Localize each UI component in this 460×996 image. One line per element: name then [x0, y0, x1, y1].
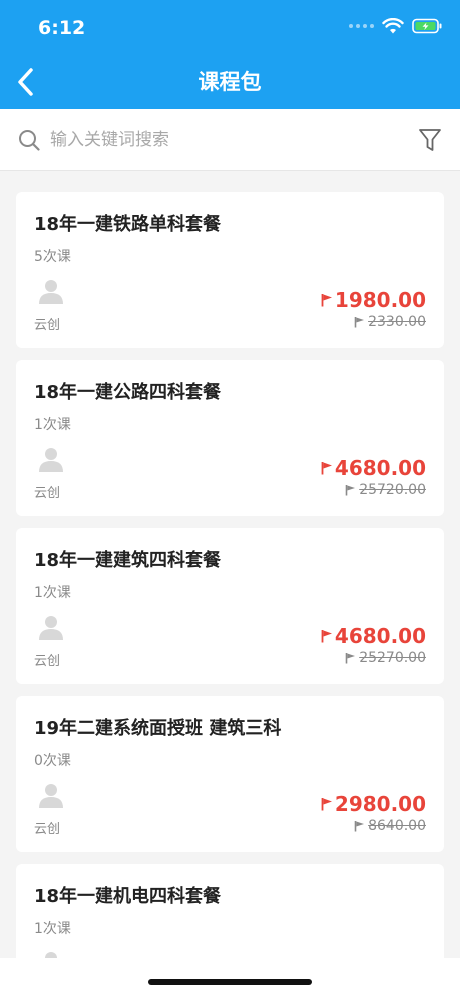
wifi-icon [382, 18, 404, 34]
course-card[interactable]: 19年二建系统面授班 建筑三科 0次课 云创 2980.00 8640.00 [16, 696, 444, 852]
course-card[interactable]: 18年一建铁路单科套餐 5次课 云创 1980.00 2330.00 [16, 192, 444, 348]
course-lesson-count: 0次课 [34, 753, 71, 769]
course-author: 云创 [34, 654, 61, 669]
course-author: 云创 [34, 318, 61, 333]
flag-icon [321, 294, 332, 307]
price-original: 8640.00 [354, 818, 426, 834]
price-original: 25270.00 [345, 650, 426, 666]
filter-icon[interactable] [418, 127, 442, 153]
bottom-safe-area [0, 958, 460, 996]
course-price: 2980.00 [334, 792, 426, 816]
course-title: 18年一建公路四科套餐 [34, 382, 222, 403]
signal-icon [349, 24, 374, 28]
course-author: 云创 [34, 486, 61, 501]
course-card[interactable]: 18年一建公路四科套餐 1次课 云创 4680.00 25720.00 [16, 360, 444, 516]
status-time: 6:12 [38, 17, 86, 39]
flag-icon [321, 630, 332, 643]
course-author: 云创 [34, 822, 61, 837]
flag-icon [345, 653, 356, 664]
course-title: 18年一建铁路单科套餐 [34, 214, 222, 235]
status-indicators [349, 18, 442, 34]
user-avatar-icon [39, 616, 63, 640]
flag-icon [354, 317, 365, 328]
course-title: 18年一建建筑四科套餐 [34, 550, 222, 571]
course-original-price: 2330.00 [368, 314, 426, 330]
course-list: 18年一建铁路单科套餐 5次课 云创 1980.00 2330.00 18年一建… [16, 192, 444, 996]
course-lesson-count: 5次课 [34, 249, 71, 265]
page-title: 课程包 [198, 70, 262, 94]
course-lesson-count: 1次课 [34, 417, 71, 433]
header: 6:12 课程包 [0, 0, 460, 109]
course-price: 4680.00 [334, 456, 426, 480]
price-original: 2330.00 [354, 314, 426, 330]
battery-icon [412, 18, 442, 34]
flag-icon [321, 798, 332, 811]
price-original: 25720.00 [345, 482, 426, 498]
course-price: 1980.00 [334, 288, 426, 312]
search-icon [19, 130, 40, 151]
course-original-price: 25720.00 [359, 482, 426, 498]
course-title: 18年一建机电四科套餐 [34, 886, 222, 907]
price-current: 2980.00 [321, 792, 426, 816]
price-current: 1980.00 [321, 288, 426, 312]
user-avatar-icon [39, 280, 63, 304]
course-title: 19年二建系统面授班 建筑三科 [34, 718, 282, 739]
course-price: 4680.00 [334, 624, 426, 648]
course-card[interactable]: 18年一建建筑四科套餐 1次课 云创 4680.00 25270.00 [16, 528, 444, 684]
price-current: 4680.00 [321, 624, 426, 648]
search-input[interactable] [50, 125, 390, 155]
user-avatar-icon [39, 448, 63, 472]
course-lesson-count: 1次课 [34, 585, 71, 601]
course-original-price: 8640.00 [368, 818, 426, 834]
course-original-price: 25270.00 [359, 650, 426, 666]
flag-icon [354, 821, 365, 832]
search-bar [0, 109, 460, 171]
flag-icon [345, 485, 356, 496]
home-indicator[interactable] [148, 979, 312, 985]
price-current: 4680.00 [321, 456, 426, 480]
user-avatar-icon [39, 784, 63, 808]
course-lesson-count: 1次课 [34, 921, 71, 937]
flag-icon [321, 462, 332, 475]
